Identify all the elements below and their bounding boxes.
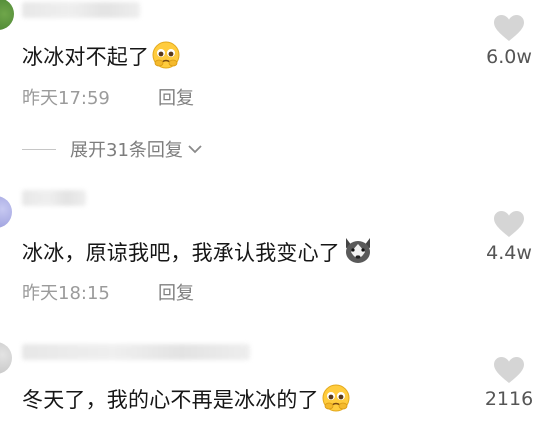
expand-replies-button[interactable]: 展开31条回复 bbox=[22, 136, 203, 162]
comment-body: 冰冰对不起了 bbox=[22, 45, 150, 69]
reply-button[interactable]: 回复 bbox=[158, 282, 194, 306]
like-count: 2116 bbox=[484, 388, 534, 410]
heart-icon bbox=[494, 211, 524, 237]
avatar[interactable] bbox=[0, 0, 14, 30]
username[interactable] bbox=[22, 2, 140, 18]
avatar[interactable] bbox=[0, 196, 12, 228]
heart-icon bbox=[494, 357, 524, 383]
username[interactable] bbox=[22, 344, 250, 360]
comment-text: 冰冰，原谅我吧，我承认我变心了 bbox=[22, 234, 374, 273]
comment-timestamp: 昨天17:59 bbox=[22, 88, 110, 109]
avatar[interactable] bbox=[0, 342, 12, 374]
username[interactable] bbox=[22, 190, 86, 206]
like-button[interactable]: 6.0w bbox=[479, 14, 539, 68]
chevron-down-icon bbox=[188, 145, 202, 154]
husky-dog-emoji-icon bbox=[342, 234, 374, 273]
reply-button[interactable]: 回复 bbox=[158, 87, 194, 111]
comment-text: 冰冰对不起了 bbox=[22, 40, 181, 77]
pleading-face-emoji-icon bbox=[321, 383, 351, 420]
like-button[interactable]: 2116 bbox=[479, 356, 539, 410]
heart-icon bbox=[494, 15, 524, 41]
pleading-face-emoji-icon bbox=[151, 40, 181, 77]
comment-timestamp: 昨天18:15 bbox=[22, 283, 110, 304]
expand-replies-label: 展开31条回复 bbox=[70, 140, 183, 161]
comment-text: 冬天了，我的心不再是冰冰的了 bbox=[22, 383, 351, 420]
like-count: 4.4w bbox=[486, 242, 532, 264]
like-button[interactable]: 4.4w bbox=[479, 210, 539, 264]
comment-body: 冰冰，原谅我吧，我承认我变心了 bbox=[22, 241, 340, 265]
divider-line bbox=[22, 148, 56, 150]
like-count: 6.0w bbox=[486, 46, 532, 68]
comment-body: 冬天了，我的心不再是冰冰的了 bbox=[22, 388, 319, 412]
